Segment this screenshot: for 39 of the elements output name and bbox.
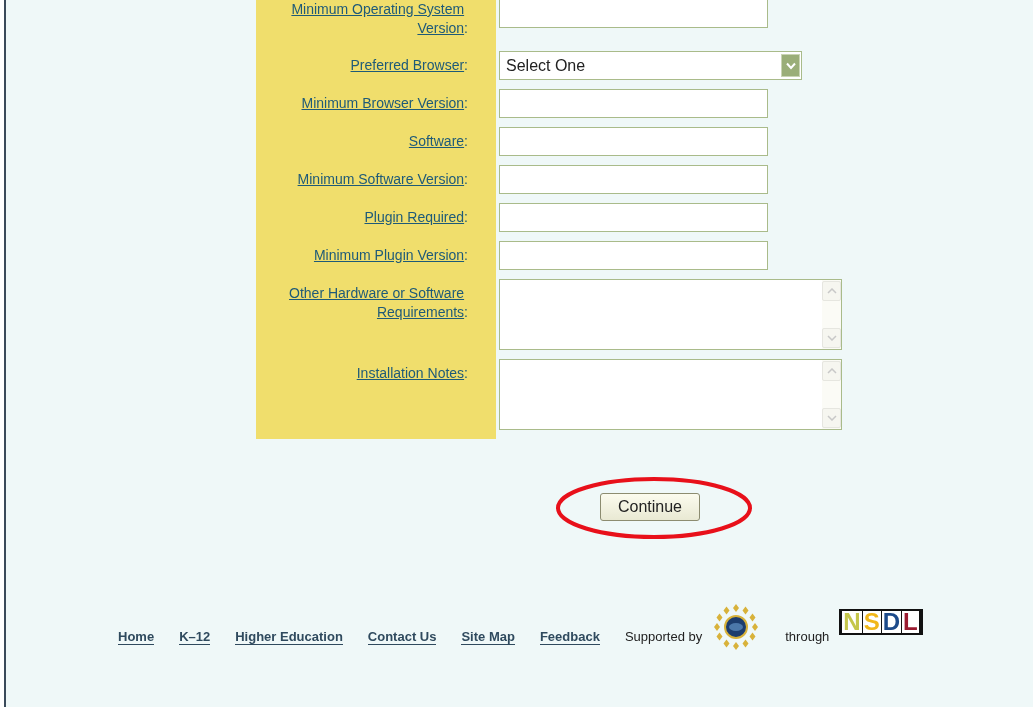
continue-button[interactable]: Continue — [600, 493, 700, 521]
text-field[interactable] — [499, 0, 768, 28]
text-field[interactable] — [499, 127, 768, 156]
field-label[interactable]: Minimum Browser Version — [301, 94, 465, 113]
supported-by-text: Supported by — [624, 629, 703, 644]
colon-text: : — [464, 365, 468, 381]
footer-link[interactable]: Site Map — [461, 627, 515, 645]
dropdown-field[interactable]: Select One — [499, 51, 802, 80]
footer-link[interactable]: Contact Us — [367, 627, 437, 645]
chevron-down-icon[interactable] — [826, 415, 837, 421]
nsdl-logo[interactable]: NSDL — [839, 609, 923, 635]
text-field[interactable] — [499, 203, 768, 232]
colon-text: : — [464, 247, 468, 263]
field-label[interactable]: Minimum Operating System Version — [268, 0, 465, 38]
text-area[interactable] — [499, 279, 842, 350]
field-label[interactable]: Plugin Required — [364, 208, 465, 227]
text-field[interactable] — [499, 241, 768, 270]
field-label[interactable]: Minimum Software Version — [297, 170, 465, 189]
colon-text: : — [464, 171, 468, 187]
text-field[interactable] — [499, 165, 768, 194]
chevron-down-icon — [781, 54, 800, 77]
globe-seal-icon — [712, 603, 761, 651]
colon-text: : — [464, 209, 468, 225]
footer-link[interactable]: Home — [118, 627, 155, 645]
through-text: through — [785, 629, 830, 644]
colon-text: : — [464, 57, 468, 73]
field-label[interactable]: Minimum Plugin Version — [313, 246, 465, 265]
chevron-down-icon[interactable] — [826, 335, 837, 341]
chevron-up-icon[interactable] — [826, 368, 837, 374]
text-field[interactable] — [499, 89, 768, 118]
footer-link[interactable]: K–12 — [179, 627, 211, 645]
colon-text: : — [464, 133, 468, 149]
colon-text: : — [464, 95, 468, 111]
colon-text: : — [464, 20, 468, 36]
footer-link[interactable]: Higher Education — [235, 627, 343, 645]
colon-text: : — [464, 304, 468, 320]
chevron-up-icon[interactable] — [826, 288, 837, 294]
text-area[interactable] — [499, 359, 842, 430]
footer-link[interactable]: Feedback — [539, 627, 600, 645]
